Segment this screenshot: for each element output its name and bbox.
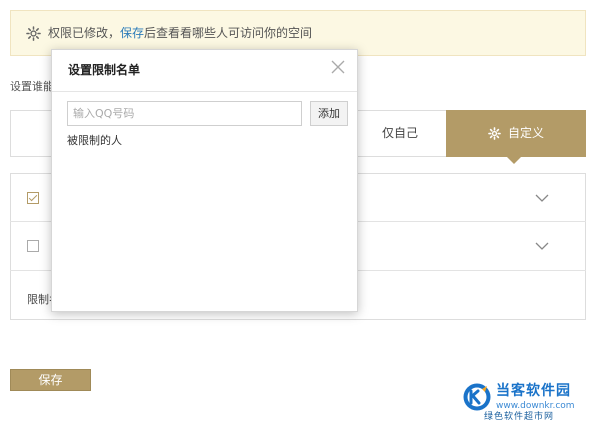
notice-text: 权限已修改，保存后查看看哪些人可访问你的空间	[48, 26, 312, 41]
dialog-title: 设置限制名单	[68, 63, 141, 77]
restrict-list-dialog: 设置限制名单 添加 被限制的人	[51, 49, 358, 312]
notice-prefix: 权限已修改，	[48, 26, 121, 40]
close-icon[interactable]	[331, 60, 345, 74]
site-logo-icon	[463, 383, 491, 411]
chevron-down-icon[interactable]	[535, 242, 549, 250]
watermark-line2: www.downkr.com	[496, 401, 575, 411]
watermark-line1: 当客软件园	[496, 383, 571, 399]
dialog-divider	[52, 91, 357, 92]
gear-icon	[488, 127, 501, 140]
save-button[interactable]: 保存	[10, 369, 91, 391]
active-option-caret	[507, 157, 521, 164]
row1-checkbox[interactable]	[27, 192, 39, 204]
add-button[interactable]: 添加	[310, 101, 348, 126]
restricted-people-label: 被限制的人	[67, 134, 122, 147]
notice-save-link[interactable]: 保存	[120, 26, 144, 40]
qq-number-input[interactable]	[67, 101, 302, 126]
notice-suffix: 后查看看哪些人可访问你的空间	[144, 26, 313, 40]
watermark: 当客软件园 www.downkr.com 绿色软件超市网	[462, 382, 594, 424]
option-self-only[interactable]: 仅自己	[355, 110, 445, 157]
row2-checkbox[interactable]	[27, 240, 39, 252]
chevron-down-icon[interactable]	[535, 194, 549, 202]
option-custom[interactable]: 自定义	[446, 110, 586, 157]
option-custom-label: 自定义	[508, 126, 545, 140]
gear-icon	[26, 26, 41, 41]
watermark-line3: 绿色软件超市网	[484, 412, 555, 422]
